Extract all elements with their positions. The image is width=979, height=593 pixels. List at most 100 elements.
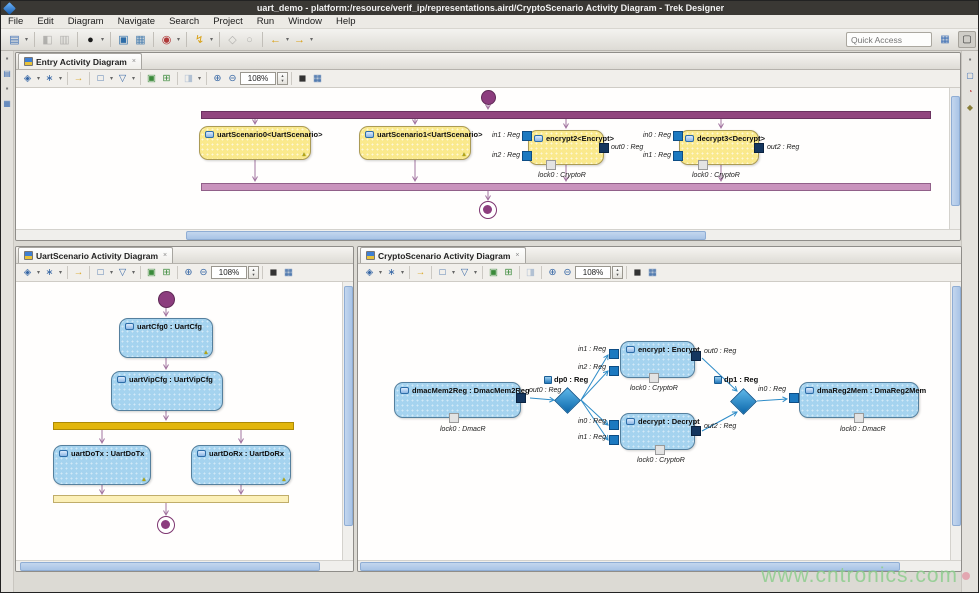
action-uartvipcfg[interactable]: uartVipCfg : UartVipCfg (111, 371, 223, 411)
dropdown-icon[interactable]: ▾ (108, 75, 115, 82)
pin-in1[interactable] (522, 131, 532, 141)
dropdown-icon[interactable]: ▾ (130, 269, 137, 276)
pin-in2[interactable] (522, 151, 532, 161)
export-image-icon[interactable]: ◼ (266, 265, 281, 280)
properties-view-icon[interactable]: ◆ (965, 103, 975, 113)
report-icon[interactable]: ▦ (132, 31, 149, 48)
show-hide-icon[interactable]: ▣ (144, 265, 159, 280)
menu-file[interactable]: File (8, 16, 23, 27)
spin-down-icon[interactable]: ▾ (616, 273, 618, 278)
restore-view-icon[interactable]: ▪ (2, 54, 12, 64)
back-dropdown-icon[interactable]: ▾ (284, 36, 291, 43)
scroll-thumb[interactable] (186, 231, 706, 240)
tab-cryptoscenario-activity-diagram[interactable]: CryptoScenario Activity Diagram × (360, 247, 526, 263)
action-uartscenario1[interactable]: uartScenario1<UartScenario> ▲ (359, 126, 471, 160)
palette-view-icon[interactable]: ◔ (965, 87, 975, 97)
dropdown-icon[interactable]: ▾ (108, 269, 115, 276)
action-uartdotx[interactable]: uartDoTx : UartDoTx ▲ (53, 445, 151, 485)
entry-diagram-canvas[interactable]: uartScenario0<UartScenario> ▲ uartScenar… (16, 88, 949, 229)
selection-mode-icon[interactable]: ◈ (20, 265, 35, 280)
pin-in2[interactable] (609, 366, 619, 376)
grid-icon[interactable]: ▦ (645, 265, 660, 280)
scroll-thumb[interactable] (952, 286, 961, 526)
vertical-scrollbar[interactable] (949, 88, 960, 229)
action-decrypt3[interactable]: decrypt3<Decrypt> (679, 130, 759, 165)
tab-close-icon[interactable]: × (132, 58, 136, 65)
arrange-all-icon[interactable]: ∗ (42, 71, 57, 86)
vertical-scrollbar[interactable] (950, 282, 961, 560)
pin-out0[interactable] (691, 351, 701, 361)
export-icon[interactable]: ◨ (523, 265, 538, 280)
add-element-icon[interactable]: ⊞ (159, 71, 174, 86)
pin-out2[interactable] (691, 426, 701, 436)
join-bar[interactable] (201, 183, 931, 191)
zoom-level-input[interactable] (240, 72, 276, 85)
refresh-icon[interactable]: → (71, 71, 86, 86)
console-icon[interactable]: ▣ (115, 31, 132, 48)
horizontal-scrollbar[interactable] (16, 229, 960, 240)
action-uartcfg0[interactable]: uartCfg0 : UartCfg ▲ (119, 318, 213, 358)
disabled-tool-icon[interactable]: ○ (241, 31, 258, 48)
tab-uartscenario-activity-diagram[interactable]: UartScenario Activity Diagram × (18, 247, 173, 263)
pin-lock0[interactable] (698, 160, 708, 170)
filters-icon[interactable]: ▽ (115, 71, 130, 86)
scroll-thumb[interactable] (344, 286, 353, 526)
final-node[interactable] (157, 516, 175, 534)
menu-help[interactable]: Help (336, 16, 356, 27)
menu-search[interactable]: Search (169, 16, 199, 27)
export-icon[interactable]: ◨ (181, 71, 196, 86)
menu-project[interactable]: Project (213, 16, 243, 27)
decision-dp1[interactable] (730, 388, 757, 415)
refresh-icon[interactable]: → (71, 265, 86, 280)
zoom-out-icon[interactable]: ⊖ (225, 71, 240, 86)
action-uartscenario0[interactable]: uartScenario0<UartScenario> ▲ (199, 126, 311, 160)
dropdown-icon[interactable]: ▾ (472, 269, 479, 276)
export-image-icon[interactable]: ◼ (630, 265, 645, 280)
pin-lock0[interactable] (854, 413, 864, 423)
run-icon[interactable]: ↯ (191, 31, 208, 48)
run-config-icon[interactable]: ◉ (158, 31, 175, 48)
filters-icon[interactable]: ▽ (457, 265, 472, 280)
zoom-spinner[interactable]: ▴ ▾ (277, 72, 288, 85)
new-dropdown-icon[interactable]: ▾ (23, 36, 30, 43)
pin-lock0[interactable] (649, 373, 659, 383)
zoom-spinner[interactable]: ▴ ▾ (248, 266, 259, 279)
export-image-icon[interactable]: ◼ (295, 71, 310, 86)
new-wizard-icon[interactable]: ▤ (6, 31, 23, 48)
pin-lock0[interactable] (449, 413, 459, 423)
filters-icon[interactable]: ▽ (115, 265, 130, 280)
show-hide-icon[interactable]: ▣ (486, 265, 501, 280)
arrange-all-icon[interactable]: ∗ (384, 265, 399, 280)
menu-edit[interactable]: Edit (37, 16, 53, 27)
zoom-in-icon[interactable]: ⊕ (210, 71, 225, 86)
menu-navigate[interactable]: Navigate (118, 16, 156, 27)
zoom-out-icon[interactable]: ⊖ (196, 265, 211, 280)
show-hide-icon[interactable]: ▣ (144, 71, 159, 86)
debug-dropdown-icon[interactable]: ▾ (99, 36, 106, 43)
run-config-dropdown-icon[interactable]: ▾ (175, 36, 182, 43)
minimized-view-icon[interactable]: ▦ (2, 99, 12, 109)
dropdown-icon[interactable]: ▾ (377, 269, 384, 276)
scroll-thumb[interactable] (951, 96, 960, 206)
outline-view-icon[interactable]: ▢ (965, 71, 975, 81)
layers-icon[interactable]: □ (435, 265, 450, 280)
perspective-icon[interactable]: ▢ (958, 31, 976, 48)
disabled-tool-icon[interactable]: ◇ (224, 31, 241, 48)
action-uartdorx[interactable]: uartDoRx : UartDoRx ▲ (191, 445, 291, 485)
pin-lock0[interactable] (655, 445, 665, 455)
grid-icon[interactable]: ▦ (281, 265, 296, 280)
back-icon[interactable]: ← (267, 31, 284, 48)
tab-entry-activity-diagram[interactable]: Entry Activity Diagram × (18, 53, 142, 69)
restore-view-icon[interactable]: ▪ (2, 84, 12, 94)
layers-icon[interactable]: □ (93, 265, 108, 280)
spin-down-icon[interactable]: ▾ (252, 273, 254, 278)
selection-mode-icon[interactable]: ◈ (20, 71, 35, 86)
fork-bar[interactable] (201, 111, 931, 119)
minimized-explorer-icon[interactable]: ▤ (2, 69, 12, 79)
dropdown-icon[interactable]: ▾ (450, 269, 457, 276)
pin-out0[interactable] (599, 143, 609, 153)
add-element-icon[interactable]: ⊞ (501, 265, 516, 280)
spin-down-icon[interactable]: ▾ (281, 79, 283, 84)
pin-lock0[interactable] (546, 160, 556, 170)
uart-diagram-canvas[interactable]: uartCfg0 : UartCfg ▲ uartVipCfg : UartVi… (16, 282, 342, 560)
